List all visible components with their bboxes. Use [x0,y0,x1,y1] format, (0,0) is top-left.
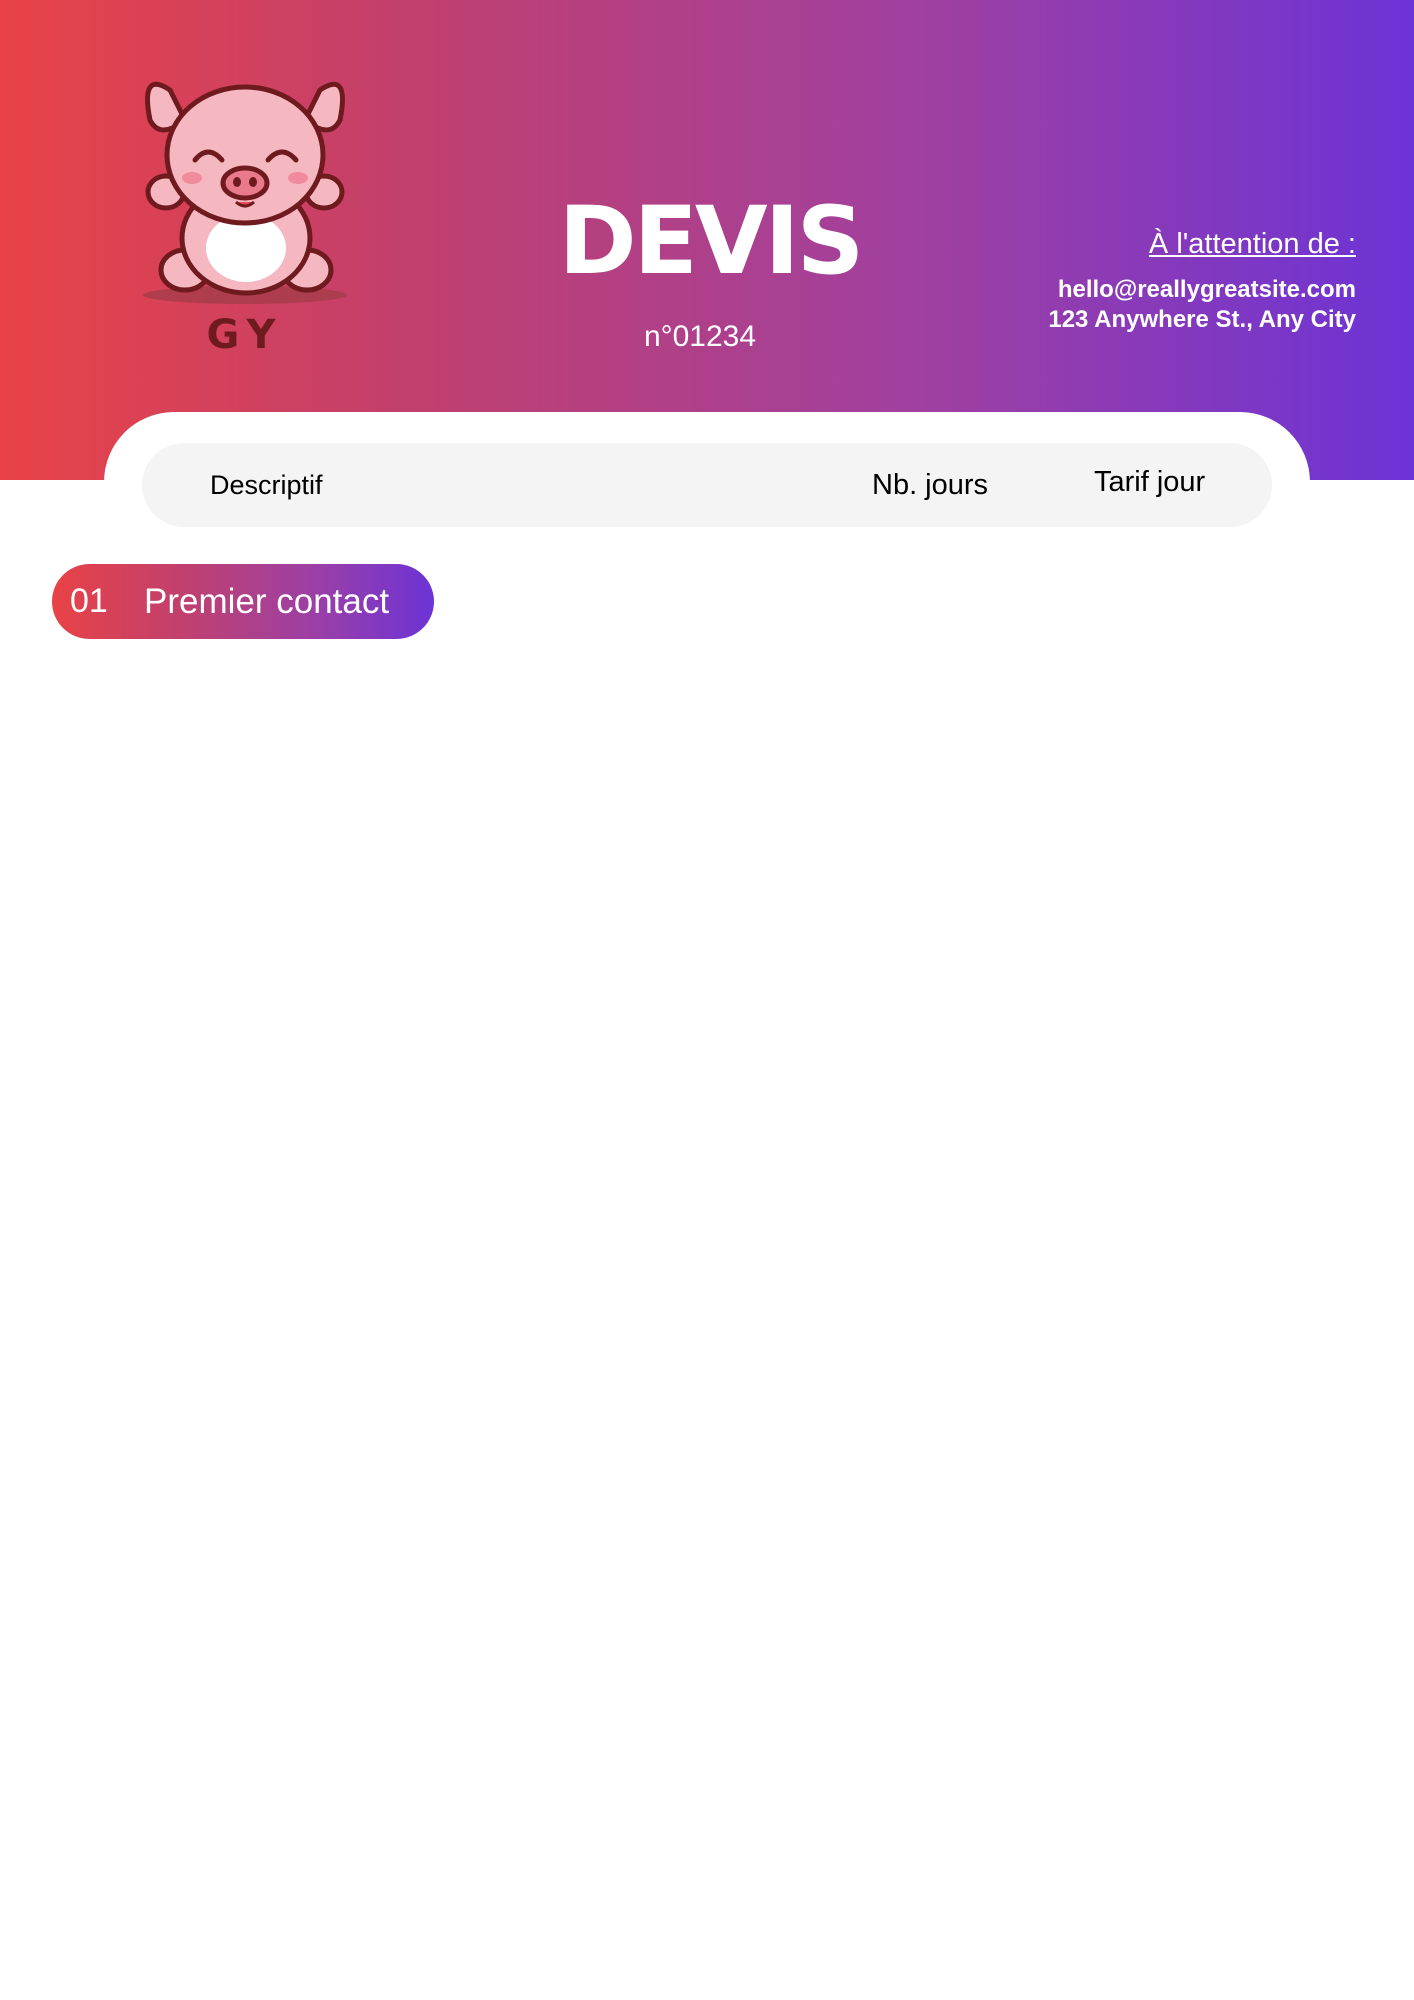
table-header: Descriptif Nb. jours Tarif jour [142,443,1272,527]
column-header-description: Descriptif [210,470,323,500]
column-header-days: Nb. jours [872,469,989,501]
contact-email[interactable]: hello@reallygreatsite.com [1058,276,1356,304]
section-label: Premier contact [144,582,390,621]
document-title: DEVIS [558,187,865,296]
pig-mascot-icon [143,81,347,304]
quote-number: n°01234 [643,320,757,353]
section-number: 01 [70,582,108,620]
section-heading: 01 Premier contact [52,564,434,639]
logo-text: GY [206,312,284,358]
contact-address: 123 Anywhere St., Any City [1048,306,1356,333]
attention-label: À l'attention de : [1148,228,1356,260]
column-header-daily-rate: Tarif jour [1094,466,1206,498]
logo: GY [130,60,360,360]
header-banner: GY DEVIS n°01234 À l'attention de : hell… [0,0,1414,480]
